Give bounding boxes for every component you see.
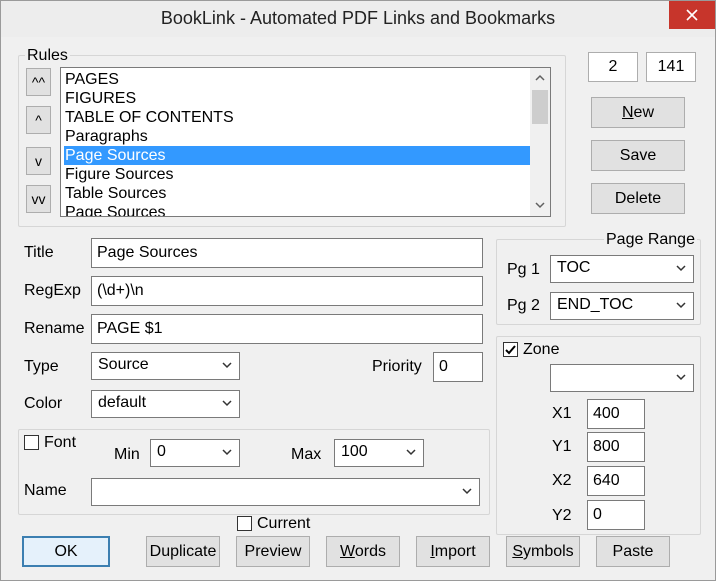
- move-up-button[interactable]: ^: [26, 106, 51, 134]
- font-name-select[interactable]: [91, 478, 480, 506]
- move-top-button[interactable]: ^^: [26, 68, 51, 96]
- move-down-button[interactable]: v: [26, 147, 51, 175]
- booklink-window: BookLink - Automated PDF Links and Bookm…: [0, 0, 716, 581]
- save-button[interactable]: Save: [591, 140, 685, 171]
- regexp-input[interactable]: [91, 276, 483, 306]
- chevron-down-icon: [462, 488, 472, 495]
- ok-button[interactable]: OK: [22, 536, 110, 567]
- pg1-label: Pg 1: [507, 261, 540, 278]
- import-button[interactable]: Import: [416, 536, 490, 567]
- pg2-select[interactable]: END_TOC: [550, 292, 694, 320]
- chevron-down-icon: [676, 374, 686, 381]
- chevron-down-icon: [222, 400, 232, 407]
- rename-label: Rename: [24, 320, 85, 337]
- font-label: Font: [44, 434, 77, 451]
- import-label: mport: [434, 542, 476, 560]
- pg1-select[interactable]: TOC: [550, 255, 694, 283]
- y2-label: Y2: [552, 507, 572, 524]
- rules-scrollbar[interactable]: [530, 68, 550, 216]
- delete-button[interactable]: Delete: [591, 183, 685, 214]
- regexp-label: RegExp: [24, 282, 81, 299]
- window-title: BookLink - Automated PDF Links and Bookm…: [160, 8, 556, 28]
- x1-input[interactable]: [587, 399, 645, 429]
- chevron-down-icon: [406, 449, 416, 456]
- list-item-selected[interactable]: Page Sources: [64, 146, 530, 165]
- pg2-value: END_TOC: [557, 296, 634, 313]
- current-checkbox[interactable]: [237, 516, 252, 531]
- close-icon: [686, 9, 698, 21]
- min-select[interactable]: 0: [150, 439, 240, 467]
- max-value: 100: [341, 443, 368, 460]
- close-button[interactable]: [669, 1, 715, 29]
- words-label: ords: [354, 542, 386, 560]
- title-input[interactable]: [91, 238, 483, 268]
- zone-select[interactable]: [550, 364, 694, 392]
- color-select[interactable]: default: [91, 390, 240, 418]
- words-button[interactable]: Words: [326, 536, 400, 567]
- title-bar[interactable]: BookLink - Automated PDF Links and Bookm…: [1, 1, 715, 37]
- x1-label: X1: [552, 405, 572, 422]
- words-mnemonic: W: [340, 542, 355, 560]
- paste-button[interactable]: Paste: [596, 536, 670, 567]
- color-value: default: [98, 394, 147, 411]
- total-rules-counter: 141: [646, 52, 696, 82]
- duplicate-button[interactable]: Duplicate: [146, 536, 220, 567]
- chevron-down-icon: [222, 362, 232, 369]
- y1-input[interactable]: [587, 432, 645, 462]
- rules-label: Rules: [25, 46, 70, 66]
- min-value: 0: [157, 443, 166, 460]
- name-label: Name: [24, 482, 67, 499]
- pg2-label: Pg 2: [507, 297, 540, 314]
- chevron-down-icon: [676, 265, 686, 272]
- font-checkbox[interactable]: [24, 435, 39, 450]
- list-item[interactable]: Figure Sources: [64, 165, 530, 184]
- max-select[interactable]: 100: [334, 439, 424, 467]
- new-label: ew: [633, 103, 654, 121]
- x2-input[interactable]: [587, 466, 645, 496]
- type-label: Type: [24, 358, 59, 375]
- list-item[interactable]: PAGES: [64, 70, 530, 89]
- x2-label: X2: [552, 472, 572, 489]
- current-rule-counter: 2: [588, 52, 638, 82]
- scrollbar-thumb[interactable]: [532, 90, 548, 124]
- current-label: Current: [257, 515, 311, 532]
- move-bottom-button[interactable]: vv: [26, 185, 51, 213]
- checkmark-icon: [505, 345, 516, 355]
- scroll-down-icon[interactable]: [533, 198, 547, 212]
- list-item[interactable]: TABLE OF CONTENTS: [64, 108, 530, 127]
- type-select[interactable]: Source: [91, 352, 240, 380]
- list-item[interactable]: Table Sources: [64, 184, 530, 203]
- y2-input[interactable]: [587, 500, 645, 530]
- priority-input[interactable]: [433, 352, 483, 382]
- max-label: Max: [291, 446, 322, 463]
- list-item[interactable]: Paragraphs: [64, 127, 530, 146]
- title-label: Title: [24, 244, 54, 261]
- scroll-up-icon[interactable]: [533, 71, 547, 85]
- pg1-value: TOC: [557, 259, 591, 276]
- new-mnemonic: N: [621, 103, 634, 121]
- min-label: Min: [114, 446, 140, 463]
- chevron-down-icon: [222, 449, 232, 456]
- symbols-label: ymbols: [522, 542, 574, 560]
- zone-label: Zone: [523, 341, 560, 358]
- y1-label: Y1: [552, 438, 572, 455]
- symbols-mnemonic: S: [512, 542, 523, 560]
- zone-checkbox[interactable]: [503, 342, 518, 357]
- rename-input[interactable]: [91, 314, 483, 344]
- symbols-button[interactable]: Symbols: [506, 536, 580, 567]
- new-button[interactable]: New: [591, 97, 685, 128]
- type-value: Source: [98, 356, 149, 373]
- list-item[interactable]: FIGURES: [64, 89, 530, 108]
- page-range-label: Page Range: [604, 230, 697, 250]
- chevron-down-icon: [676, 302, 686, 309]
- preview-button[interactable]: Preview: [236, 536, 310, 567]
- rules-listbox[interactable]: PAGES FIGURES TABLE OF CONTENTS Paragrap…: [60, 67, 551, 217]
- list-item[interactable]: Page Sources: [64, 203, 530, 216]
- priority-label: Priority: [372, 358, 422, 375]
- color-label: Color: [24, 395, 63, 412]
